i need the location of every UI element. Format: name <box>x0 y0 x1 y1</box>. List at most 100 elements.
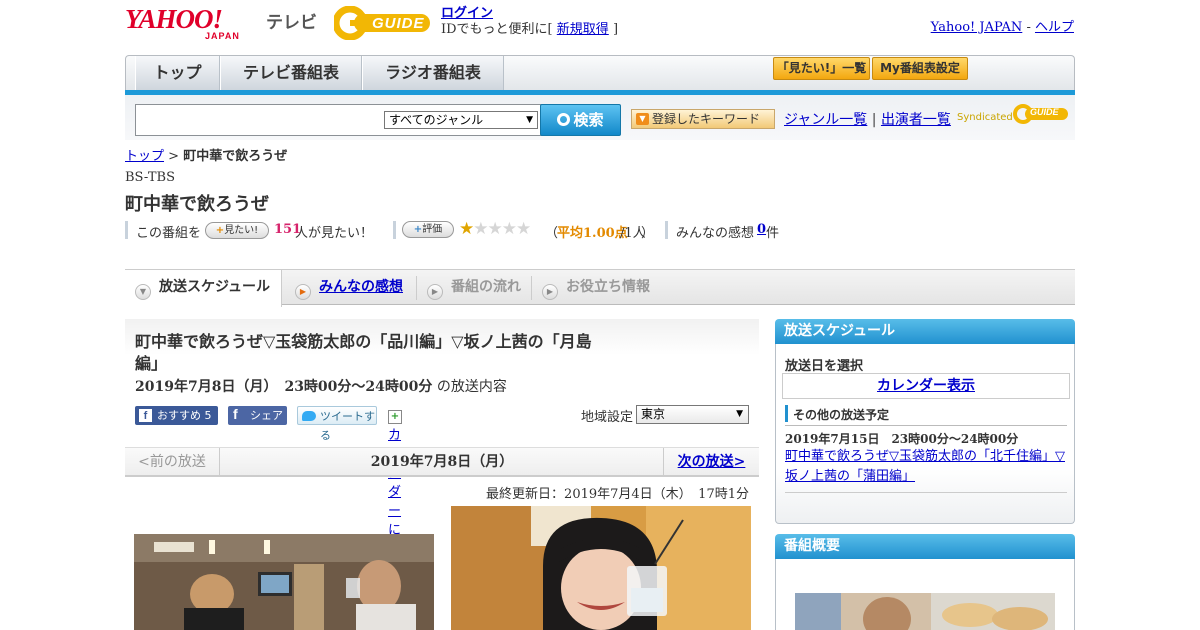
performer-list-link[interactable]: 出演者一覧 <box>881 112 951 128</box>
rating-stars: ★★★★★ <box>459 219 531 239</box>
calendar-plus-icon: + <box>388 410 402 424</box>
gguide-logo-text: GUIDE <box>372 15 425 32</box>
rate-button-label: 評価 <box>422 224 443 235</box>
search-button-label: 検索 <box>573 111 604 129</box>
recommend-count: 5 <box>204 409 212 422</box>
star-empty-icon: ★ <box>516 219 531 239</box>
gguide-small-logo-text: GUIDE <box>1030 107 1059 117</box>
sidebar-schedule-header: 放送スケジュール <box>775 319 1075 344</box>
syndicated-label: Syndicated <box>957 112 1013 123</box>
login-link[interactable]: ログイン <box>441 6 493 21</box>
yahoo-japan-link[interactable]: Yahoo! JAPAN <box>931 20 1023 35</box>
toast-scene-image <box>451 506 751 630</box>
genre-list-link[interactable]: ジャンル一覧 <box>784 112 867 128</box>
region-select[interactable]: 東京 ▼ <box>636 405 749 424</box>
nav-tab-radio-schedule[interactable]: ラジオ番組表 <box>362 56 504 90</box>
reviews-count-link[interactable]: 0 <box>757 222 766 237</box>
other-schedule-datetime: 2019年7月15日 23時00分～24時00分 <box>785 432 1019 446</box>
breadcrumb-home-link[interactable]: トップ <box>125 149 164 164</box>
tab-label: みんなの感想 <box>319 279 403 295</box>
yahoo-japan-logo[interactable]: YAHOO! JAPAN <box>125 6 261 42</box>
summary-photo <box>795 593 1055 630</box>
nav-tab-top[interactable]: トップ <box>135 56 220 90</box>
divider <box>785 492 1067 493</box>
tab-useful-info[interactable]: ▶ お役立ち情報 <box>542 270 672 305</box>
tab-arrow-icon: ▶ <box>427 284 443 300</box>
tab-program-flow[interactable]: ▶ 番組の流れ <box>427 270 537 305</box>
login-area: ログイン IDでもっと便利に[ 新規取得 ] <box>441 6 618 38</box>
my-schedule-button[interactable]: My番組表設定 <box>872 57 968 80</box>
search-button[interactable]: 検索 <box>540 104 621 136</box>
region-setting: 地域設定 東京 ▼ <box>581 405 749 425</box>
nav-tab-tv-schedule[interactable]: テレビ番組表 <box>220 56 362 90</box>
select-date-label: 放送日を選択 <box>785 359 864 374</box>
facebook-icon: f <box>139 409 152 422</box>
registered-keyword-button[interactable]: ▼ 登録したキーワード <box>631 109 775 129</box>
tweet-label: ツイートする <box>320 410 375 442</box>
episode-datetime-suffix: の放送内容 <box>436 379 507 395</box>
mitai-list-button[interactable]: 「見たい!」一覧 <box>773 57 870 80</box>
tab-divider <box>531 276 532 300</box>
star-filled-icon: ★ <box>459 219 474 239</box>
tab-broadcast-schedule[interactable]: ▼ 放送スケジュール <box>125 270 282 307</box>
section-accent-bar <box>785 405 788 422</box>
login-prompt-end: ] <box>612 22 619 37</box>
breadcrumb-current: 町中華で飲ろうぜ <box>183 149 288 164</box>
gguide-logo[interactable]: GUIDE <box>332 5 434 41</box>
other-schedule-label: その他の放送予定 <box>793 408 890 422</box>
search-icon <box>557 113 571 126</box>
prev-broadcast: <前の放送 <box>125 448 220 476</box>
region-select-value: 東京 <box>641 407 666 421</box>
chevron-down-icon: ▼ <box>526 115 533 125</box>
syndicated-gguide-logo: Syndicated GUIDE <box>957 101 1075 131</box>
tv-label: テレビ <box>266 13 317 33</box>
divider <box>785 425 1067 426</box>
mitai-button[interactable]: +見たい! <box>205 222 269 239</box>
channel-name: BS-TBS <box>125 170 175 185</box>
current-broadcast-date: 2019年7月8日（月） <box>370 454 514 470</box>
star-empty-icon: ★ <box>487 219 503 239</box>
rate-button[interactable]: +評価 <box>402 221 454 238</box>
restaurant-scene-image <box>134 534 434 630</box>
search-links: ジャンル一覧 | 出演者一覧 <box>784 109 951 129</box>
summary-photo-image <box>795 593 1055 630</box>
tab-label: お役立ち情報 <box>566 279 650 295</box>
divider <box>393 221 396 239</box>
header-links: Yahoo! JAPAN - ヘルプ <box>931 16 1074 35</box>
last-updated: 最終更新日：2019年7月4日（木） 17時1分 <box>486 487 749 502</box>
episode-photo-restaurant <box>134 534 434 630</box>
plus-icon: + <box>215 225 225 236</box>
genre-select[interactable]: すべてのジャンル ▼ <box>384 111 538 129</box>
tweet-button[interactable]: ツイートする <box>297 406 377 442</box>
facebook-recommend-button[interactable]: f おすすめ 5 <box>135 406 218 425</box>
mitai-suffix: 人が見たい！ <box>295 226 374 241</box>
calendar-view-link[interactable]: カレンダー表示 <box>782 373 1070 399</box>
facebook-share-button[interactable]: f シェア <box>228 406 287 425</box>
next-broadcast-link[interactable]: 次の放送> <box>663 448 759 476</box>
share-label: シェア <box>250 409 283 422</box>
search-bar: すべてのジャンル ▼ 検索 ▼ 登録したキーワード ジャンル一覧 | 出演者一覧… <box>125 95 1075 140</box>
tab-arrow-icon: ▶ <box>295 284 311 300</box>
program-tabs: ▼ 放送スケジュール ▶ みんなの感想 ▶ 番組の流れ ▶ お役立ち情報 <box>125 269 1075 307</box>
sidebar-summary-header: 番組概要 <box>775 534 1075 559</box>
other-schedule-title-link[interactable]: 町中華で飲ろうぜ▽玉袋筋太郎の「北千住編」▽坂ノ上茜の「蒲田編」 <box>785 447 1065 487</box>
help-link[interactable]: ヘルプ <box>1035 20 1074 35</box>
search-link-separator: | <box>871 112 877 128</box>
star-empty-icon: ★ <box>473 219 488 239</box>
dropdown-arrow-icon: ▼ <box>636 113 649 125</box>
this-program-label: この番組を <box>136 226 202 241</box>
chevron-down-icon: ▼ <box>736 409 743 419</box>
tab-reviews[interactable]: ▶ みんなの感想 <box>295 270 417 305</box>
tab-label: 放送スケジュール <box>159 279 271 295</box>
star-empty-icon: ★ <box>501 219 517 239</box>
sidebar-summary-box <box>775 559 1075 630</box>
breadcrumb: トップ > 町中華で飲ろうぜ <box>125 145 287 164</box>
tab-arrow-icon: ▼ <box>135 284 151 300</box>
signup-link[interactable]: 新規取得 <box>557 22 609 37</box>
yahoo-logo-japan-text: JAPAN <box>205 31 240 41</box>
region-label: 地域設定 <box>581 410 634 425</box>
breadcrumb-separator: > <box>168 149 180 164</box>
reviews-label: みんなの感想 <box>676 226 755 241</box>
main-nav: トップ テレビ番組表 ラジオ番組表 「見たい!」一覧 My番組表設定 <box>125 55 1075 95</box>
twitter-icon <box>302 411 316 421</box>
